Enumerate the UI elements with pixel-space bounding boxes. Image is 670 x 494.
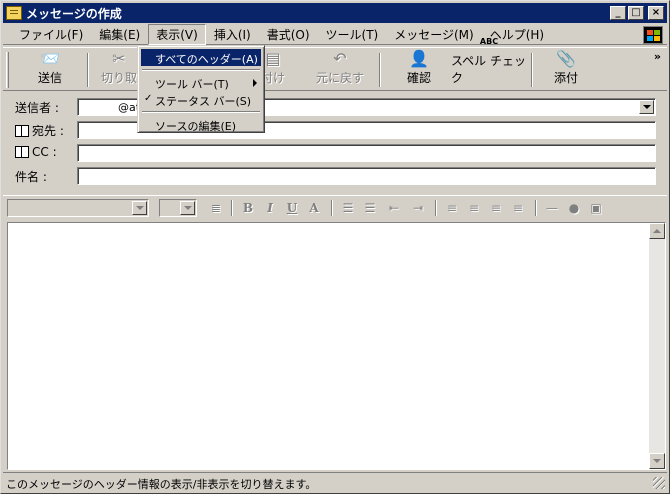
font-name-select[interactable] [7,199,149,217]
compose-window: メッセージの作成 _ □ × ファイル(F) 編集(E) 表示(V) 挿入(I)… [0,0,670,494]
subject-field[interactable] [77,167,656,185]
increase-indent-icon[interactable]: ⇥ [409,200,427,216]
send-button[interactable]: 📨 送信 [17,49,83,89]
formatting-toolbar: ≣ B I U A ☰ ☰ ⇤ ⇥ ≡ ≡ ≡ ≡ — ● ▣ [3,195,667,219]
to-label: 宛先 : [32,124,64,138]
toolbar-separator [531,53,533,87]
menu-view[interactable]: 表示(V) [148,24,206,45]
cc-input[interactable] [82,147,651,160]
status-text: このメッセージのヘッダー情報の表示/非表示を切り替えます。 [6,478,317,491]
address-book-icon [15,124,29,137]
underline-button[interactable]: U [283,200,301,216]
from-label: 送信者 : [15,101,59,115]
cc-field-label[interactable]: CC : [15,145,57,159]
align-left-icon[interactable]: ≡ [443,200,461,216]
menu-format[interactable]: 書式(O) [259,24,318,45]
menu-file[interactable]: ファイル(F) [11,24,91,45]
justify-icon[interactable]: ≡ [509,200,527,216]
menu-status-bar-label: ステータス バー(S) [155,95,252,108]
menu-edit-source[interactable]: ソースの編集(E) [141,116,261,133]
menu-tools[interactable]: ツール(T) [318,24,387,45]
menu-separator [141,66,261,74]
cc-field[interactable] [77,144,656,162]
bullet-list-icon[interactable]: ☰ [361,200,379,216]
paragraph-style-icon[interactable]: ≣ [207,200,225,216]
chevron-down-icon[interactable] [639,100,654,114]
format-separator [231,200,233,216]
menu-status-bar[interactable]: ✓ ステータス バー(S) [141,91,261,108]
undo-label: 元に戻す [315,71,364,85]
align-right-icon[interactable]: ≡ [487,200,505,216]
subject-input[interactable] [82,170,651,183]
numbered-list-icon[interactable]: ☰ [339,200,357,216]
vertical-scrollbar[interactable] [649,223,665,469]
spell-check-icon: ABC [479,37,499,46]
menu-edit[interactable]: 編集(E) [91,24,148,45]
send-label: 送信 [37,71,62,85]
menu-toolbar-label: ツール バー(T) [155,78,229,91]
menu-message[interactable]: メッセージ(M) [386,24,481,45]
paperclip-icon: 📎 [556,49,576,68]
chevron-down-icon[interactable] [132,201,147,215]
message-body[interactable] [7,222,666,470]
to-field-label[interactable]: 宛先 : [15,122,64,139]
toolbar-separator [379,53,381,87]
decrease-indent-icon[interactable]: ⇤ [385,200,403,216]
align-center-icon[interactable]: ≡ [465,200,483,216]
menu-bar: ファイル(F) 編集(E) 表示(V) 挿入(I) 書式(O) ツール(T) メ… [3,24,667,45]
scissors-icon: ✂ [112,49,126,68]
menu-edit-source-label: ソースの編集(E) [155,120,236,133]
hyperlink-icon[interactable]: ● [565,200,583,216]
resize-grip-icon[interactable] [653,477,665,489]
menu-toolbar[interactable]: ツール バー(T) [141,74,261,91]
close-button[interactable]: × [648,6,664,20]
toolbar-chevron-icon[interactable]: » [654,50,661,63]
window-title: メッセージの作成 [26,6,122,21]
title-bar[interactable]: メッセージの作成 _ □ × [3,3,667,23]
menu-all-headers-label: すべてのヘッダー(A) [155,53,258,66]
menu-insert[interactable]: 挿入(I) [206,24,259,45]
format-separator [331,200,333,216]
italic-button[interactable]: I [261,200,279,216]
subject-label: 件名 : [15,170,47,184]
attach-label: 添付 [553,71,578,85]
submenu-arrow-icon [253,79,257,87]
undo-icon: ↶ [333,49,347,68]
menu-all-headers[interactable]: すべてのヘッダー(A) [141,49,261,66]
status-bar: このメッセージのヘッダー情報の表示/非表示を切り替えます。 [3,472,667,491]
scroll-down-icon[interactable] [649,453,665,469]
scroll-up-icon[interactable] [649,223,665,239]
font-size-select[interactable] [159,199,197,217]
cut-label: 切り取 [100,71,137,85]
minimize-button[interactable]: _ [610,6,626,20]
horizontal-line-icon[interactable]: — [543,200,561,216]
paste-icon: ▤ [265,49,281,68]
cut-button[interactable]: ✂ 切り取 [99,49,139,89]
toolbar-separator [87,53,89,87]
view-menu-dropdown: すべてのヘッダー(A) ツール バー(T) ✓ ステータス バー(S) ソースの… [137,45,265,133]
address-book-icon [15,146,29,158]
main-toolbar: 📨 送信 ✂ 切り取 ▤ 付け ↶ 元に戻す 👤 確認 ABC スペル チェック… [3,37,667,91]
check-names-icon: 👤 [409,49,429,68]
check-names-button[interactable]: 👤 確認 [391,49,447,89]
check-names-label: 確認 [406,71,431,85]
undo-button[interactable]: ↶ 元に戻す [309,49,371,89]
compose-message-icon [6,6,22,20]
font-color-button[interactable]: A [305,200,323,216]
check-mark-icon: ✓ [144,93,153,104]
bold-button[interactable]: B [239,200,257,216]
spell-check-button[interactable]: ABC スペル チェック [451,37,527,89]
toolbar-grip[interactable] [6,52,9,88]
windows-logo-icon [643,26,663,44]
chevron-down-icon[interactable] [180,201,195,215]
maximize-button[interactable]: □ [628,6,644,20]
spell-check-label: スペル チェック [451,54,526,85]
format-separator [535,200,537,216]
menu-separator [141,108,261,116]
attach-button[interactable]: 📎 添付 [543,49,589,89]
insert-picture-icon[interactable]: ▣ [587,200,605,216]
send-icon: 📨 [40,49,60,68]
format-separator [435,200,437,216]
cc-label: CC : [32,145,57,159]
